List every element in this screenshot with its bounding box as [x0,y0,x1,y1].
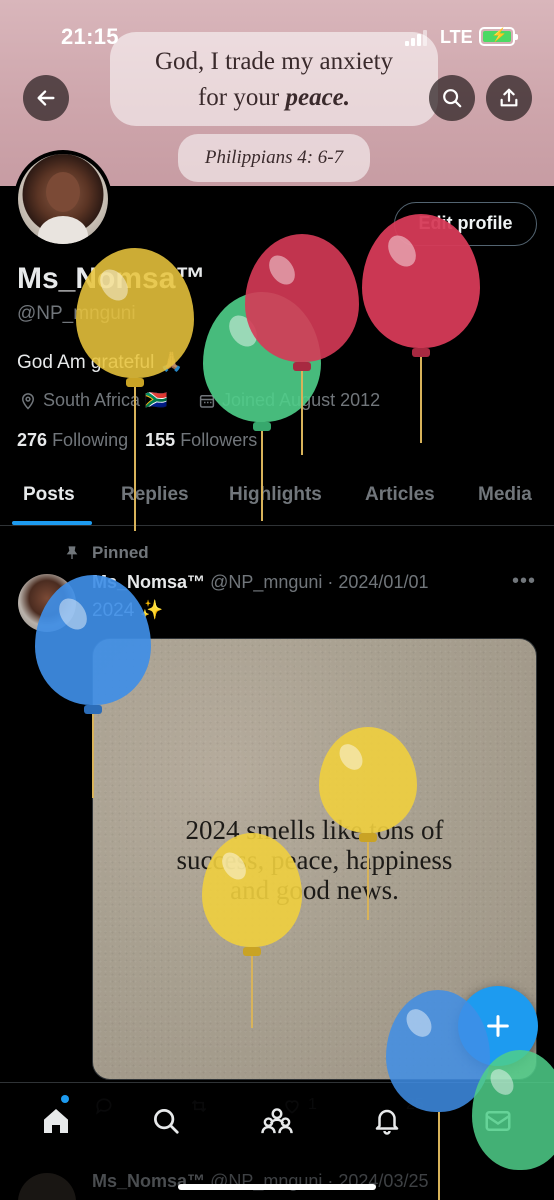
status-bar: 21:15 LTE [0,0,554,76]
followers-link[interactable]: 155 Followers [145,430,257,450]
communities-icon [261,1108,293,1134]
tab-articles[interactable]: Articles [365,484,435,506]
signal-icon [405,30,429,46]
status-time: 21:15 [61,24,119,49]
tab-posts[interactable]: Posts [23,484,75,506]
pinned-label: Pinned [64,543,149,563]
post-header: Ms_Nomsa™ @NP_mnguni · 2024/01/01 [92,572,428,593]
share-icon [500,88,518,107]
share-button[interactable] [486,75,532,121]
following-label: Following [52,430,129,450]
image-caption-line-2: success, peace, happiness [176,845,453,875]
next-post-avatar [18,1173,76,1200]
image-caption-line-3: and good news. [230,875,399,905]
search-icon [443,89,462,108]
tab-replies[interactable]: Replies [121,484,189,506]
profile-location: South Africa 🇿🇦 [19,390,167,411]
plus-icon [487,1015,509,1037]
image-caption-line-1: 2024 smells like tons of [185,815,444,845]
tab-media[interactable]: Media [478,484,532,506]
quote-line-2-prefix: for your [197,84,286,111]
network-label: LTE [440,27,473,47]
location-text: South Africa 🇿🇦 [43,390,168,410]
nav-communities[interactable] [257,1101,297,1141]
back-button[interactable] [23,75,69,121]
profile-stats: 276 Following 155 Followers [17,430,257,451]
followers-label: Followers [180,430,258,450]
active-tab-indicator [12,521,92,525]
nav-notifications[interactable] [367,1101,407,1141]
bell-icon [375,1109,399,1135]
battery-icon [479,27,518,46]
search-icon [154,1109,179,1134]
arrow-left-icon [37,90,55,106]
pin-icon [66,546,78,559]
followers-count: 155 [145,430,176,450]
image-caption: 2024 smells like tons of success, peace,… [93,815,536,905]
search-button[interactable] [429,75,475,121]
profile-tabs: Posts Replies Highlights Articles Media [0,466,554,526]
quote-line-2-emphasis: peace. [285,84,351,111]
pinned-text: Pinned [92,543,149,562]
nav-home[interactable] [36,1101,76,1141]
following-link[interactable]: 276 Following [17,430,128,450]
home-indicator [178,1184,376,1190]
home-notification-dot [61,1095,69,1103]
home-icon [44,1109,68,1133]
profile-avatar[interactable] [14,150,112,248]
quote-line-2: for your peace. [110,84,438,112]
post-meta: @NP_mnguni · 2024/01/01 [210,572,429,592]
tab-highlights[interactable]: Highlights [229,484,322,506]
following-count: 276 [17,430,48,450]
nav-explore[interactable] [146,1101,186,1141]
location-pin-icon [21,392,35,410]
more-options-icon[interactable]: ••• [512,570,536,593]
banner-verse: Philippians 4: 6-7 [178,134,370,182]
